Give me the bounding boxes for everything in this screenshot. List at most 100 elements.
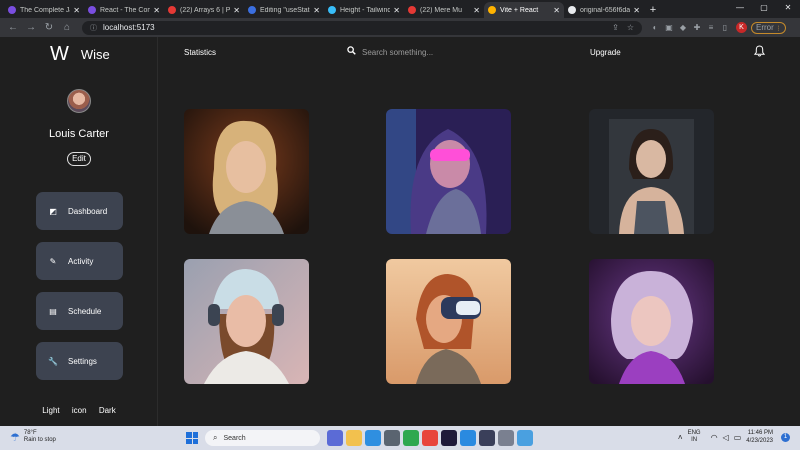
weather-desc: Rain to stop [23, 437, 56, 443]
file-explorer-icon[interactable] [346, 430, 362, 446]
avatar [67, 89, 91, 113]
windows-start-icon[interactable] [186, 432, 198, 444]
gallery-image[interactable] [386, 259, 511, 384]
weather-widget[interactable]: ☂ 78°F Rain to stop [10, 430, 56, 444]
tab-favicon-icon [8, 6, 16, 14]
wifi-icon[interactable]: ◠ [711, 433, 718, 442]
tab-title: Height - Tailwind [340, 6, 391, 14]
bookmark-star-icon[interactable]: ☆ [627, 23, 634, 32]
gallery-image[interactable] [184, 259, 309, 384]
app-root: W Wise Louis Carter Edit ◩ Dashboard ✎ A… [0, 37, 800, 426]
new-tab-button[interactable]: + [644, 2, 662, 18]
gallery-image[interactable] [589, 259, 714, 384]
home-icon[interactable]: ⌂ [60, 22, 74, 33]
forward-icon[interactable]: → [24, 22, 38, 33]
gallery-image[interactable] [386, 109, 511, 234]
tab-favicon-icon [88, 6, 96, 14]
teams-icon[interactable] [327, 430, 343, 446]
rain-cloud-icon: ☂ [10, 431, 20, 444]
close-tab-icon[interactable]: ✕ [473, 6, 480, 15]
chrome-icon[interactable] [422, 430, 438, 446]
tab-title: React - The Comp [100, 6, 151, 14]
portrait-image [589, 109, 714, 234]
portrait-image [386, 109, 511, 234]
tab-favicon-icon [328, 6, 336, 14]
tab-favicon-icon [248, 6, 256, 14]
address-url[interactable]: localhost:5173 [103, 23, 604, 32]
snipping-tool-icon[interactable] [517, 430, 533, 446]
theme-light-option[interactable]: Light [42, 406, 59, 415]
clock-time: 11:46 PM [747, 430, 773, 436]
sidebar-item-dashboard[interactable]: ◩ Dashboard [36, 192, 123, 230]
portrait-image [589, 259, 714, 384]
close-window-button[interactable]: ✕ [776, 0, 800, 16]
profile-avatar[interactable]: K [736, 22, 747, 33]
brand-logo: W [50, 43, 69, 65]
sidebar-item-schedule[interactable]: ▤ Schedule [36, 292, 123, 330]
error-chip[interactable]: Error ⋮ [751, 21, 787, 34]
battery-icon[interactable]: ▭ [734, 433, 742, 442]
theme-dark-option[interactable]: Dark [99, 406, 116, 415]
browser-tab[interactable]: Editing "useState ✕ [244, 2, 324, 18]
portrait-image [184, 109, 309, 234]
store-icon[interactable] [365, 430, 381, 446]
language-indicator[interactable]: ENG IN [688, 430, 701, 444]
taskbar: ☂ 78°F Rain to stop ⌕ Search ˄ ENG IN ◠ … [0, 426, 800, 450]
vscode-icon[interactable] [460, 430, 476, 446]
clock[interactable]: 11:46 PM 4/23/2023 [746, 429, 773, 445]
extension-icon[interactable]: ▣ [662, 23, 676, 32]
theme-toggle-icon[interactable]: icon [72, 406, 87, 415]
close-tab-icon[interactable]: ✕ [313, 6, 320, 15]
sidebar-item-settings[interactable]: 🔧 Settings [36, 342, 123, 380]
extension-icon[interactable]: ◐ [648, 23, 662, 32]
notification-badge[interactable]: 1 [781, 432, 790, 442]
media-icon[interactable]: ≡ [704, 23, 718, 32]
close-tab-icon[interactable]: ✕ [393, 6, 400, 15]
app-icon[interactable] [384, 430, 400, 446]
side-panel-icon[interactable]: ▯ [718, 23, 732, 32]
browser-tab-strip: The Complete Ja✕React - The Comp✕(22) Ar… [0, 0, 800, 18]
close-tab-icon[interactable]: ✕ [153, 6, 160, 15]
close-tab-icon[interactable]: ✕ [73, 6, 80, 15]
gallery-image[interactable] [184, 109, 309, 234]
browser-tab[interactable]: Vite + React ✕ [484, 2, 564, 18]
sidebar: W Wise Louis Carter Edit ◩ Dashboard ✎ A… [0, 37, 158, 426]
close-tab-icon[interactable]: ✕ [633, 6, 640, 15]
xbox-icon[interactable] [403, 430, 419, 446]
reload-icon[interactable]: ↻ [42, 22, 56, 33]
browser-tab[interactable]: (22) Arrays 6 | Pr ✕ [164, 2, 244, 18]
brand-name: Wise [80, 47, 110, 62]
extension-icon[interactable]: ◆ [676, 23, 690, 32]
chevron-up-icon[interactable]: ˄ [678, 433, 683, 442]
browser-tab[interactable]: Height - Tailwind ✕ [324, 2, 404, 18]
settings-icon[interactable] [498, 430, 514, 446]
brand: W Wise [50, 43, 110, 66]
share-icon[interactable]: ⇪ [612, 23, 619, 32]
browser-tab[interactable]: The Complete Ja ✕ [4, 2, 84, 18]
browser-tab[interactable]: (22) Mere Mu ✕ [404, 2, 484, 18]
pencil-square-icon: ✎ [49, 256, 57, 266]
extensions-puzzle-icon[interactable]: ✚ [690, 23, 704, 32]
back-icon[interactable]: ← [6, 22, 20, 33]
premiere-icon[interactable] [441, 430, 457, 446]
sidebar-item-activity[interactable]: ✎ Activity [36, 242, 123, 280]
volume-icon[interactable]: ◁ [723, 433, 729, 442]
close-tab-icon[interactable]: ✕ [233, 6, 240, 15]
theme-toggle: Light icon Dark [0, 406, 158, 415]
taskbar-search[interactable]: ⌕ Search [205, 430, 320, 446]
sidebar-item-label: Dashboard [68, 206, 108, 216]
minimize-button[interactable]: — [728, 0, 752, 16]
extensions-area: ◐ ▣ ◆ ✚ ≡ ▯ K Error ⋮ [648, 21, 787, 34]
document-icon: ▤ [49, 306, 57, 316]
address-bar[interactable]: ⓘ localhost:5173 ⇪ ☆ [82, 20, 642, 35]
gallery-image[interactable] [589, 109, 714, 234]
maximize-button[interactable]: ▢ [752, 0, 776, 16]
browser-tab[interactable]: original-656f6da ✕ [564, 2, 644, 18]
browser-toolbar: ← → ↻ ⌂ ⓘ localhost:5173 ⇪ ☆ ◐ ▣ ◆ ✚ ≡ ▯… [0, 18, 800, 37]
edit-profile-button[interactable]: Edit [67, 152, 91, 166]
browser-tab[interactable]: React - The Comp✕ [84, 2, 164, 18]
close-tab-icon[interactable]: ✕ [553, 6, 560, 15]
site-info-icon[interactable]: ⓘ [90, 23, 97, 33]
intellij-icon[interactable] [479, 430, 495, 446]
window-controls: — ▢ ✕ [728, 0, 800, 16]
